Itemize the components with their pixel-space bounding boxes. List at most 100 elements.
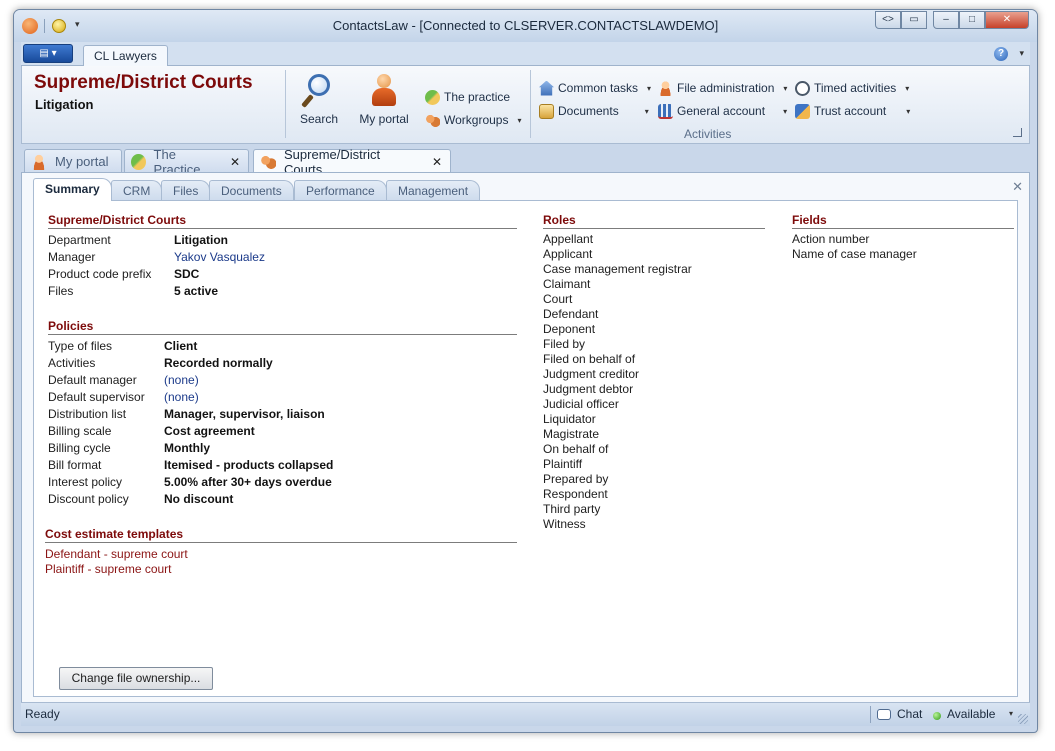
summary-panel: Supreme/District Courts Department Litig…	[33, 200, 1018, 697]
role-item: Filed by	[543, 337, 586, 351]
close-icon[interactable]: ✕	[230, 155, 240, 169]
manager-label: Manager	[48, 250, 96, 264]
trust-account-button[interactable]: Trust account ▾	[795, 101, 910, 121]
tab-my-portal[interactable]: My portal	[24, 149, 122, 173]
chat-button[interactable]: Chat	[897, 707, 922, 721]
workgroup-subtitle: Litigation	[35, 97, 94, 112]
title-bar: ▾ ContactsLaw - [Connected to CLSERVER.C…	[14, 10, 1037, 42]
field-item: Name of case manager	[792, 247, 917, 261]
file-admin-icon	[658, 80, 673, 96]
distribution-list-label: Distribution list	[48, 407, 127, 421]
clock-icon	[795, 80, 810, 96]
chevron-down-icon: ▾	[783, 83, 788, 93]
common-tasks-label: Common tasks	[558, 81, 639, 95]
bill-format-value: Itemised - products collapsed	[164, 458, 334, 472]
role-item: Filed on behalf of	[543, 352, 636, 366]
tab-cl-lawyers[interactable]: CL Lawyers	[83, 45, 168, 67]
application-menu-button[interactable]: ▤ ▾	[23, 44, 73, 63]
file-administration-label: File administration	[677, 81, 775, 95]
change-file-ownership-button[interactable]: Change file ownership...	[59, 667, 213, 690]
maximize-button[interactable]: □	[959, 11, 985, 29]
activities-value: Recorded normally	[164, 356, 273, 370]
tab-crm[interactable]: CRM	[111, 180, 163, 201]
discount-policy-label: Discount policy	[48, 492, 129, 506]
role-item: On behalf of	[543, 442, 609, 456]
workgroups-button[interactable]: Workgroups ▾	[425, 110, 522, 130]
chevron-down-icon: ▾	[906, 106, 911, 116]
content-pane: Summary CRM Files Documents Performance …	[21, 172, 1030, 703]
app-window: ▾ ContactsLaw - [Connected to CLSERVER.C…	[13, 9, 1038, 733]
close-icon[interactable]: ✕	[1012, 179, 1023, 195]
status-text: Ready	[25, 707, 60, 721]
role-item: Liquidator	[543, 412, 596, 426]
discount-policy-value: No discount	[164, 492, 234, 506]
ribbon: Supreme/District Courts Litigation Searc…	[21, 66, 1030, 144]
role-item: Judgment creditor	[543, 367, 640, 381]
tab-documents[interactable]: Documents	[209, 180, 294, 201]
ribbon-group-label: Activities	[684, 127, 732, 141]
person-icon	[367, 72, 401, 108]
popout-button[interactable]: ▭	[901, 11, 927, 29]
help-icon[interactable]: ?	[994, 47, 1008, 61]
role-item: Deponent	[543, 322, 596, 336]
documents-button[interactable]: Documents ▾	[539, 101, 649, 121]
chevron-down-icon[interactable]: ▾	[1009, 709, 1013, 718]
resize-grip-icon[interactable]	[1018, 714, 1028, 724]
default-supervisor-link[interactable]: (none)	[164, 389, 199, 406]
ribbon-separator	[285, 70, 286, 138]
chevron-down-icon: ▾	[905, 83, 910, 93]
common-tasks-button[interactable]: Common tasks ▾	[539, 78, 651, 98]
manager-link[interactable]: Yakov Vasqualez	[174, 249, 265, 266]
the-practice-button[interactable]: The practice	[425, 87, 510, 107]
role-item: Magistrate	[543, 427, 600, 441]
role-item: Judicial officer	[543, 397, 619, 411]
cost-estimate-link[interactable]: Plaintiff - supreme court	[45, 562, 188, 577]
chevron-down-icon: ▾	[644, 106, 649, 116]
close-icon[interactable]: ✕	[432, 155, 442, 169]
tab-supreme-district-courts[interactable]: Supreme/District Courts ✕	[253, 147, 451, 177]
my-portal-button[interactable]: My portal	[354, 72, 414, 126]
default-manager-link[interactable]: (none)	[164, 372, 199, 389]
role-item: Court	[543, 292, 573, 306]
dialog-launcher-icon[interactable]	[1013, 128, 1022, 137]
home-icon	[539, 80, 554, 96]
search-button-label: Search	[299, 112, 339, 126]
search-button[interactable]: Search	[294, 72, 344, 126]
product-code-value: SDC	[174, 267, 200, 281]
documents-icon	[539, 103, 554, 119]
default-supervisor-label: Default supervisor	[48, 390, 145, 404]
tab-my-portal-label: My portal	[55, 154, 109, 169]
field-item: Action number	[792, 232, 870, 246]
help-dropdown-icon[interactable]: ▾	[1019, 48, 1024, 59]
role-item: Witness	[543, 517, 586, 531]
tab-files[interactable]: Files	[161, 180, 211, 201]
timed-activities-button[interactable]: Timed activities ▾	[795, 78, 909, 98]
department-value: Litigation	[174, 233, 228, 247]
interest-policy-label: Interest policy	[48, 475, 123, 489]
cost-estimate-link[interactable]: Defendant - supreme court	[45, 547, 188, 562]
chat-icon[interactable]	[877, 709, 891, 720]
restore-view-button[interactable]: <>	[875, 11, 901, 29]
trust-account-icon	[795, 103, 810, 119]
distribution-list-value: Manager, supervisor, liaison	[164, 407, 325, 421]
role-item: Third party	[543, 502, 601, 516]
ribbon-tab-strip: ▤ ▾ CL Lawyers ? ▾	[21, 42, 1030, 67]
tab-management[interactable]: Management	[386, 180, 481, 201]
close-button[interactable]: ✕	[985, 11, 1029, 29]
policies-section-title: Policies	[48, 319, 517, 335]
trust-account-label: Trust account	[814, 104, 887, 118]
availability-status[interactable]: Available	[947, 707, 995, 721]
chevron-down-icon: ▾	[517, 115, 522, 125]
role-item: Claimant	[543, 277, 591, 291]
tab-performance[interactable]: Performance	[294, 180, 387, 201]
minimize-button[interactable]: –	[933, 11, 959, 29]
tab-summary[interactable]: Summary	[33, 178, 112, 201]
practice-icon	[131, 153, 146, 170]
fields-list: Action number Name of case manager	[792, 232, 917, 262]
role-item: Judgment debtor	[543, 382, 634, 396]
roles-list: Appellant Applicant Case management regi…	[543, 232, 692, 532]
fields-section-title: Fields	[792, 213, 1014, 229]
tab-the-practice[interactable]: The Practice ✕	[124, 147, 249, 177]
file-administration-button[interactable]: File administration ▾	[658, 78, 787, 98]
general-account-button[interactable]: General account ▾	[658, 101, 787, 121]
